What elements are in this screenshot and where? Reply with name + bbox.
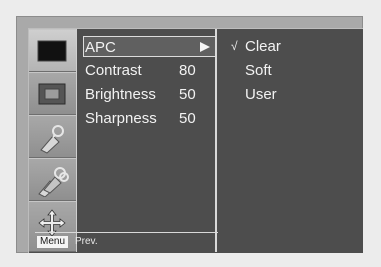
screen-icon [38,83,66,105]
checkmark-icon: √ [231,39,238,53]
menu-item-value: 50 [179,110,196,127]
apc-options: √ Clear Soft User [219,29,364,252]
menu-item-label: Sharpness [85,110,157,127]
menu-item-label: Brightness [85,86,156,103]
sound-tag-icon [40,125,64,154]
picture-icon [37,40,67,62]
menu-item-brightness[interactable]: Brightness 50 [83,84,216,105]
menu-item-sharpness[interactable]: Sharpness 50 [83,108,216,129]
menu-item-label: Contrast [85,62,142,79]
key-hint-bar: Menu Prev. [35,232,218,251]
option-label: Clear [245,38,281,55]
category-picture[interactable] [29,29,76,72]
category-special[interactable] [29,158,76,201]
settings-list: APC Contrast 80 Brightness 50 Sharpness … [77,29,217,252]
menu-item-label: APC [85,39,116,56]
option-label: Soft [245,62,272,79]
category-icon-column [29,29,77,252]
osd-menu: APC Contrast 80 Brightness 50 Sharpness … [28,28,363,253]
menu-item-apc[interactable]: APC [83,36,216,57]
menu-item-value: 80 [179,62,196,79]
special-tags-icon [38,167,69,197]
category-screen[interactable] [29,72,76,115]
option-label: User [245,86,277,103]
prev-hint: Prev. [75,236,98,247]
menu-item-value: 50 [179,86,196,103]
menu-key-badge: Menu [37,236,69,248]
arrow-right-icon [200,42,210,52]
menu-item-contrast[interactable]: Contrast 80 [83,60,216,81]
category-sound[interactable] [29,115,76,158]
